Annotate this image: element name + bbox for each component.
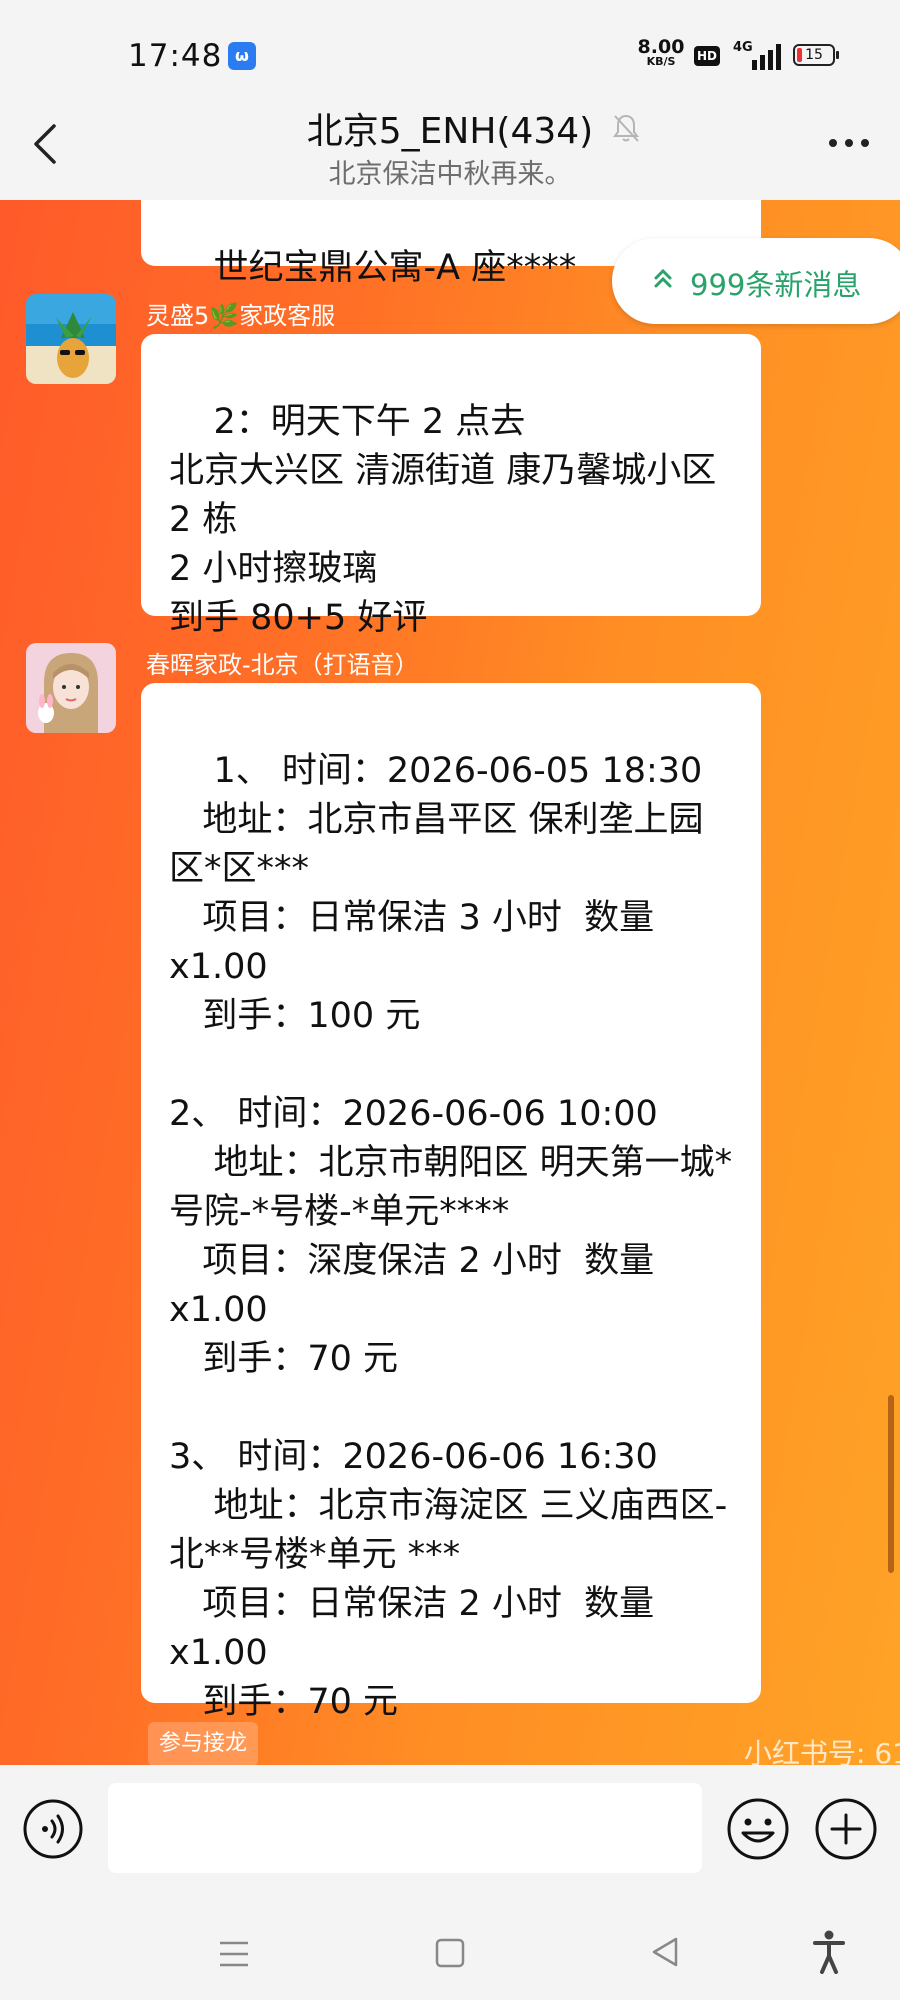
battery-icon: 15 bbox=[793, 44, 839, 66]
scrollbar-thumb[interactable] bbox=[888, 1395, 894, 1573]
status-time: 17:48 bbox=[128, 38, 223, 74]
accessibility-icon[interactable] bbox=[812, 1930, 846, 1974]
mute-bell-icon bbox=[613, 114, 640, 142]
sender-name[interactable]: 春晖家政-北京（打语音） bbox=[146, 645, 419, 680]
sender-name[interactable]: 灵盛5🌿家政客服 bbox=[146, 296, 335, 331]
chat-announcement[interactable]: 北京保洁中秋再来。 bbox=[0, 152, 900, 191]
message-text: 2：明天下午 2 点去 北京大兴区 清源街道 康乃馨城小区 2 栋 2 小时擦玻… bbox=[169, 402, 717, 638]
app-notification-icon: ω bbox=[228, 42, 256, 70]
new-messages-label: 999条新消息 bbox=[690, 268, 862, 302]
double-chevron-up-icon bbox=[654, 268, 672, 288]
join-relay-button[interactable]: 参与接龙 bbox=[148, 1722, 258, 1765]
message-bubble[interactable]: 1、 时间：2026-06-05 18:30 地址：北京市昌平区 保利垄上园区*… bbox=[141, 683, 761, 1722]
pineapple-beach-avatar[interactable] bbox=[26, 294, 116, 384]
message-text: 1、 时间：2026-06-05 18:30 地址：北京市昌平区 保利垄上园区*… bbox=[169, 751, 733, 1722]
hd-icon: HD bbox=[694, 46, 720, 66]
girl-portrait-avatar[interactable] bbox=[26, 643, 116, 733]
network-type-4g: 4G bbox=[733, 40, 753, 55]
more-icon[interactable] bbox=[828, 138, 870, 148]
input-bar bbox=[0, 1765, 900, 1900]
nav-back-icon[interactable] bbox=[650, 1936, 680, 1968]
chat-title[interactable]: 北京5_ENH(434) bbox=[307, 111, 593, 152]
emoji-icon[interactable] bbox=[726, 1797, 790, 1861]
network-speed: 8.00 KB/S bbox=[636, 38, 686, 68]
plus-icon[interactable] bbox=[814, 1797, 878, 1861]
network-speed-value: 8.00 bbox=[637, 36, 685, 58]
home-icon[interactable] bbox=[435, 1938, 465, 1968]
chat-title-row: 北京5_ENH(434) bbox=[0, 102, 900, 154]
chat-header: 北京5_ENH(434) 北京保洁中秋再来。 bbox=[0, 90, 900, 200]
signal-icon bbox=[752, 44, 781, 70]
new-messages-button[interactable]: 999条新消息 bbox=[612, 238, 900, 324]
message-input[interactable] bbox=[108, 1783, 702, 1873]
message-text: 世纪宝鼎公寓-A 座**** bbox=[213, 248, 577, 288]
menu-icon[interactable] bbox=[218, 1940, 250, 1968]
system-nav-bar bbox=[0, 1900, 900, 2000]
watermark-text: 小红书号: 61 bbox=[744, 1737, 900, 1765]
battery-percent: 15 bbox=[805, 47, 823, 63]
voice-input-icon[interactable] bbox=[22, 1798, 84, 1860]
message-bubble[interactable]: 2：明天下午 2 点去 北京大兴区 清源街道 康乃馨城小区 2 栋 2 小时擦玻… bbox=[141, 334, 761, 638]
chat-message-list[interactable]: 世纪宝鼎公寓-A 座**** 999条新消息 灵盛5🌿家政客服 2：明天下午 2… bbox=[0, 200, 900, 1765]
